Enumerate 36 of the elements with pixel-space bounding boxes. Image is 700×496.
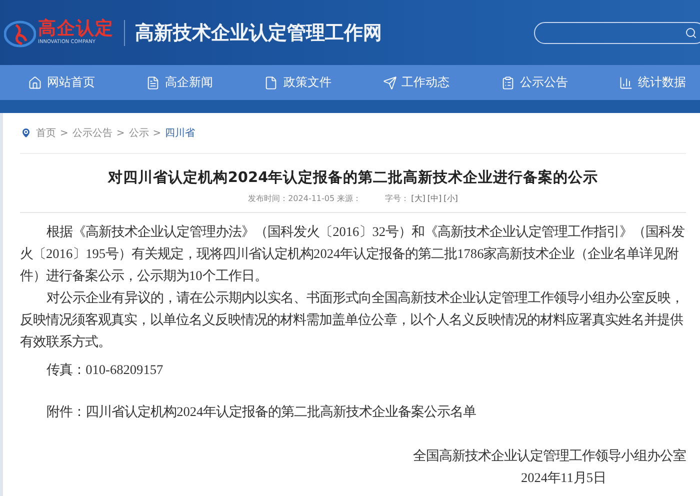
publish-info: 发布时间：2024-11-05 来源： <box>248 193 362 204</box>
paper-plane-icon <box>382 76 397 90</box>
search-icon[interactable] <box>685 26 697 38</box>
nav-item[interactable]: 高企新闻 <box>146 74 214 91</box>
breadcrumb-link[interactable]: 公示公告 <box>72 126 112 140</box>
nav-item[interactable]: 网站首页 <box>28 74 95 91</box>
breadcrumb-link[interactable]: 首页 <box>36 126 56 140</box>
nav-item[interactable]: 统计数据 <box>618 74 686 91</box>
article-paragraph: 对公示企业有异议的，请在公示期内以实名、书面形式向全国高新技术企业认定管理工作领导小组办公室反映，反映情况须客观真实，以单位名义反映情况的材料需加盖单位公章，以个人名义反映情况的材料应署真实姓名并提供有效联系方式。 <box>20 289 685 351</box>
breadcrumb-separator: > <box>152 128 162 138</box>
font-size-link[interactable]: [中] <box>427 193 442 204</box>
breadcrumb-link[interactable]: 四川省 <box>165 126 196 140</box>
breadcrumb-separator: > <box>116 128 125 138</box>
font-size-label: 字号： <box>385 193 410 204</box>
article-paragraph: 根据《高新技术企业认定管理办法》（国科发火〔2016〕32号）和《高新技术企业认定管理工作指引》（国科发火〔2016〕195号）有关规定，现将四川省认定机构2024年认定报备的第二批1786家高新技术企业（企业名单详见附件）进行备案公示，公示期为10个工作日。 <box>20 223 686 285</box>
file-icon <box>264 76 278 90</box>
signature: 全国高新技术企业认定管理工作领导小组办公室 <box>412 447 686 465</box>
home-icon <box>28 76 42 90</box>
attachment-text: 附件：四川省认定机构2024年认定报备的第二批高新技术企业备案公示名单 <box>46 403 478 421</box>
nav-item[interactable]: 工作动态 <box>382 74 450 91</box>
article-paragraph: 传真：010-68209157 <box>46 361 164 379</box>
breadcrumb-separator: > <box>60 128 68 138</box>
bar-chart-icon <box>618 76 633 90</box>
font-size-link[interactable]: [大] <box>411 193 426 204</box>
logo-name: 高企认定 <box>38 19 114 39</box>
nav-item[interactable]: 公示公告 <box>500 74 568 91</box>
breadcrumb-link[interactable]: 公示 <box>128 126 149 140</box>
nav-item[interactable]: 政策文件 <box>264 74 332 91</box>
signature-date: 2024年11月5日 <box>520 469 607 487</box>
location-pin-icon <box>20 127 32 139</box>
search-field[interactable] <box>534 22 700 44</box>
site-title: 高新技术企业认定管理工作网 <box>135 20 382 46</box>
article-title: 对四川省认定机构2024年认定报备的第二批高新技术企业进行备案的公示 <box>106 168 600 187</box>
document-icon <box>146 76 160 90</box>
clipboard-icon <box>500 76 515 90</box>
font-size-link[interactable]: [小] <box>444 193 458 204</box>
